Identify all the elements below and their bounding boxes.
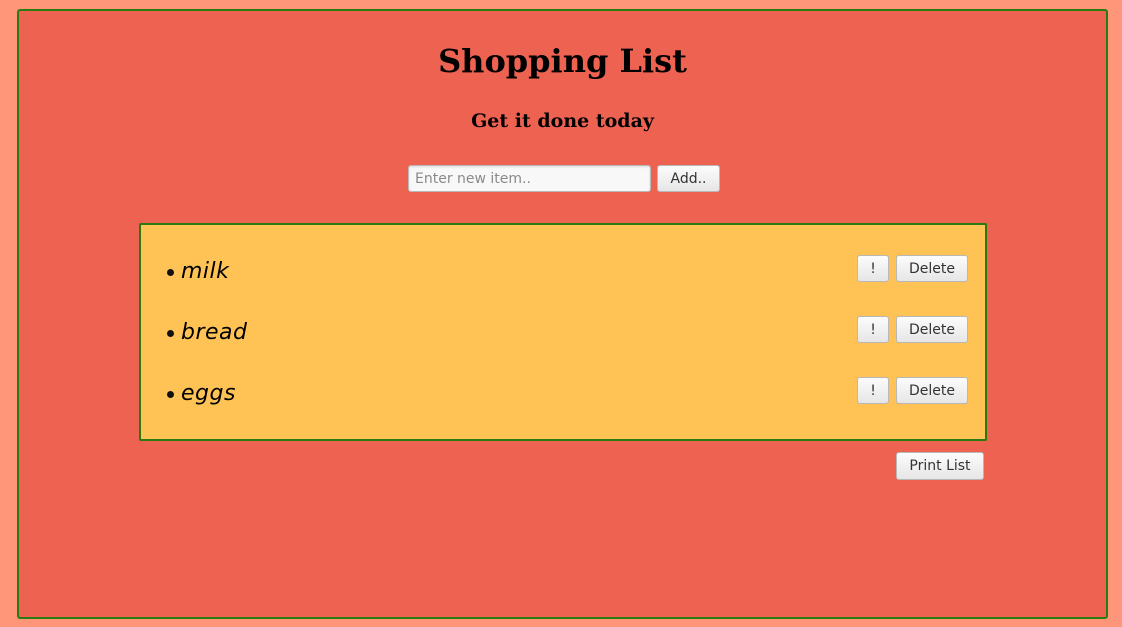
print-list-button[interactable]: Print List <box>896 452 984 480</box>
mark-important-button[interactable]: ! <box>857 377 889 404</box>
delete-button[interactable]: Delete <box>896 377 968 404</box>
app-container: Shopping List Get it done today Add.. mi… <box>17 9 1108 619</box>
delete-button[interactable]: Delete <box>896 255 968 282</box>
list-item: eggs ! Delete <box>141 377 985 417</box>
mark-important-button[interactable]: ! <box>857 255 889 282</box>
delete-button[interactable]: Delete <box>896 316 968 343</box>
bullet-icon <box>167 330 174 337</box>
list-item-text: milk <box>181 259 230 284</box>
list-item-text: eggs <box>181 381 236 406</box>
list-item-text: bread <box>181 320 248 345</box>
mark-important-button[interactable]: ! <box>857 316 889 343</box>
page-title: Shopping List <box>438 42 687 80</box>
add-button[interactable]: Add.. <box>657 165 720 192</box>
new-item-input[interactable] <box>408 165 651 192</box>
list-item: bread ! Delete <box>141 316 985 356</box>
bullet-icon <box>167 269 174 276</box>
list-item: milk ! Delete <box>141 255 985 295</box>
bullet-icon <box>167 391 174 398</box>
page-subtitle: Get it done today <box>471 110 654 132</box>
shopping-list: milk ! Delete bread ! Delete eggs ! Dele… <box>139 223 987 441</box>
